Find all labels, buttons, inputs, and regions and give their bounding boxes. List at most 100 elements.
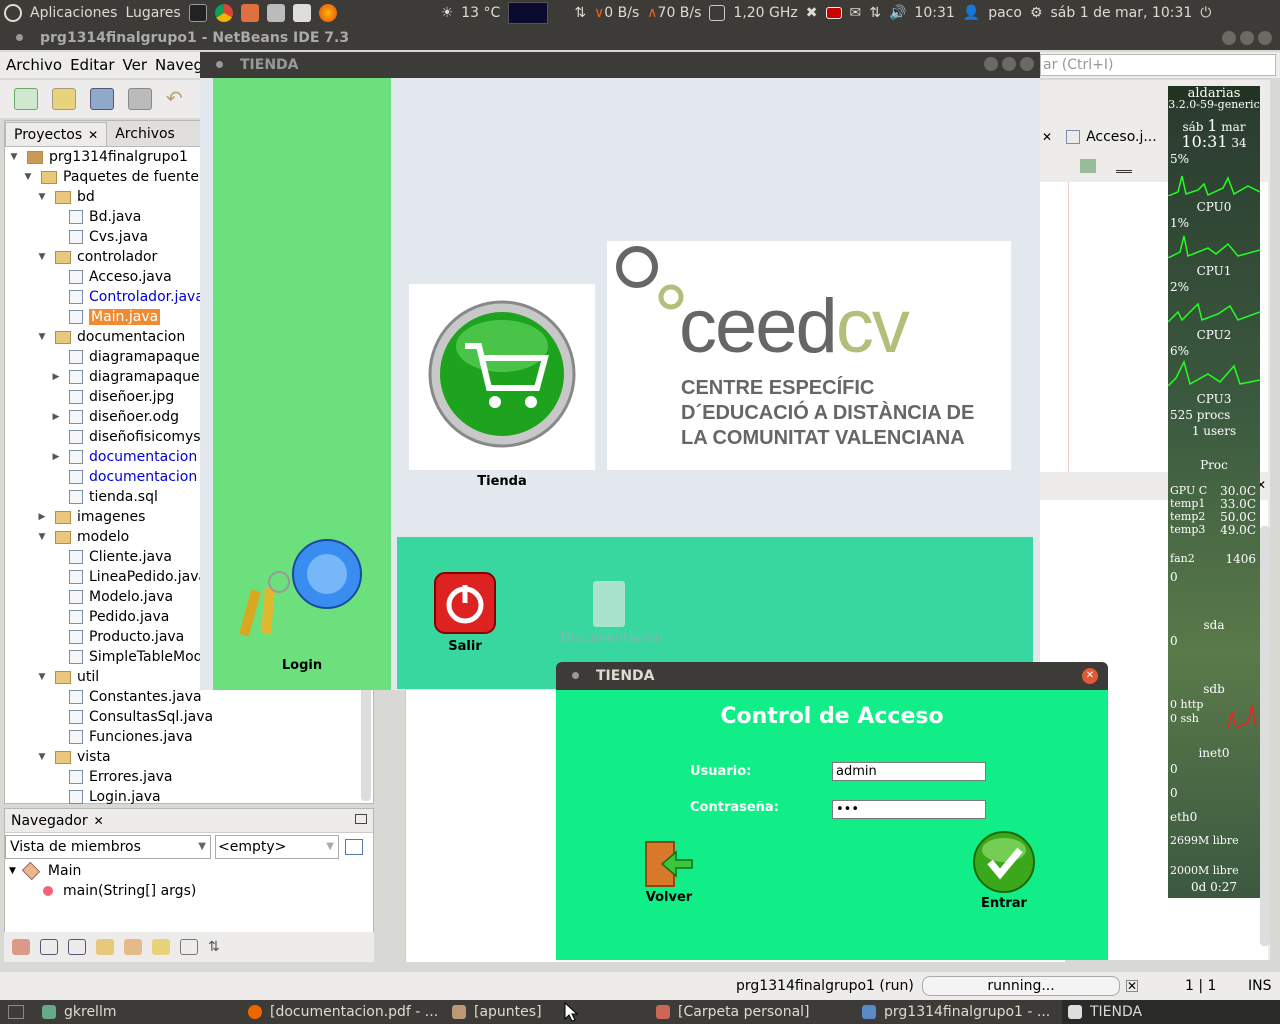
tree-file[interactable]: ▶ documentacion	[51, 447, 198, 467]
screenshot-icon[interactable]	[263, 0, 289, 26]
task-pdf[interactable]: [documentacion.pdf - ...	[248, 1000, 438, 1024]
window-menu-icon[interactable]	[216, 61, 223, 68]
members-view-select[interactable]: Vista de miembros ▼	[5, 835, 211, 859]
filter-inherited-icon[interactable]	[124, 939, 142, 955]
net-down[interactable]: ∨ 0 B/s	[590, 0, 643, 26]
menu-archivo[interactable]: Archivo	[6, 56, 62, 74]
home-folder-icon[interactable]	[237, 0, 263, 26]
menu-editar[interactable]: Editar	[70, 56, 114, 74]
show-desktop-icon[interactable]	[8, 1005, 24, 1019]
tab-files[interactable]: Archivos	[107, 122, 183, 146]
close-icon[interactable]: ✕	[1042, 130, 1052, 144]
expand-icon[interactable]: ▼	[37, 192, 47, 202]
tree-file[interactable]: diseñofisicomys	[51, 427, 201, 447]
close-icon[interactable]: ✕	[94, 814, 104, 828]
tree-file[interactable]: Main.java	[51, 307, 161, 327]
tree-file[interactable]: ConsultasSql.java	[51, 707, 213, 727]
cpu-freq-icon[interactable]	[705, 0, 729, 26]
maximize-button[interactable]	[1240, 31, 1254, 45]
sort-source-icon[interactable]: ⇅	[208, 939, 226, 955]
tree-file[interactable]: Controlador.java	[51, 287, 204, 307]
expand-icon[interactable]: ▼	[37, 532, 47, 542]
output-scrollbar[interactable]	[1260, 526, 1270, 946]
nav-class-row[interactable]: ▼ Main	[9, 861, 81, 881]
cancel-task-icon[interactable]: ✕	[1126, 980, 1138, 992]
tree-package[interactable]: ▼ vista	[37, 747, 111, 767]
tab-projects[interactable]: Proyectos ✕	[5, 122, 108, 146]
exit-button[interactable]	[433, 571, 497, 635]
clock-short[interactable]: 10:31	[910, 0, 958, 26]
tree-file[interactable]: ▶ diseñoer.odg	[51, 407, 179, 427]
network-manager-icon[interactable]: ⇅	[865, 0, 885, 26]
new-project-icon[interactable]	[52, 88, 76, 110]
editor-tab-acceso[interactable]: Acceso.j...	[1086, 129, 1157, 145]
tree-package[interactable]: ▶ imagenes	[37, 507, 146, 527]
power-icon[interactable]: ⏻	[1196, 0, 1215, 26]
back-button[interactable]	[640, 838, 700, 890]
tree-file[interactable]: documentacion	[51, 467, 197, 487]
tree-file[interactable]: Acceso.java	[51, 267, 172, 287]
netbeans-titlebar[interactable]: prg1314finalgrupo1 - NetBeans IDE 7.3	[0, 26, 1280, 50]
applications-menu[interactable]: Aplicaciones	[26, 0, 121, 26]
maximize-button[interactable]	[1002, 57, 1016, 71]
open-project-icon[interactable]	[90, 88, 114, 110]
expand-icon[interactable]: ▼	[37, 752, 47, 762]
weather-icon[interactable]: ☀	[437, 0, 458, 26]
settings-icon[interactable]: ⚙	[1026, 0, 1047, 26]
tree-file[interactable]: Pedido.java	[51, 607, 169, 627]
history-icon[interactable]	[1080, 159, 1096, 173]
tree-file[interactable]: Cliente.java	[51, 547, 172, 567]
dropbox-icon[interactable]: ✖	[802, 0, 822, 26]
clock-datetime[interactable]: sáb 1 de mar, 10:31	[1047, 0, 1197, 26]
net-up[interactable]: ∧ 70 B/s	[643, 0, 705, 26]
filter-fields-icon[interactable]	[12, 939, 30, 955]
expand-icon[interactable]: ▶	[51, 412, 61, 422]
task-netbeans[interactable]: prg1314finalgrupo1 - ...	[862, 1000, 1050, 1024]
messaging-icon[interactable]: ✉	[846, 0, 866, 26]
close-icon[interactable]: ✕	[88, 128, 98, 142]
expand-icon[interactable]: ▼	[37, 672, 47, 682]
enter-button[interactable]	[972, 830, 1036, 894]
close-button[interactable]	[1020, 57, 1034, 71]
tree-file[interactable]: Login.java	[51, 787, 161, 805]
expand-icon[interactable]: ▼	[37, 332, 47, 342]
tree-file[interactable]: Constantes.java	[51, 687, 202, 707]
tree-package[interactable]: ▼ controlador	[37, 247, 158, 267]
window-menu-icon[interactable]	[16, 34, 23, 41]
firefox-icon[interactable]	[315, 0, 341, 26]
menu-navegar[interactable]: Naveg	[155, 56, 203, 74]
login-button[interactable]: Login	[235, 538, 375, 673]
documentation-icon[interactable]	[593, 581, 625, 627]
terminal-icon[interactable]	[185, 0, 211, 26]
menu-ver[interactable]: Ver	[123, 56, 148, 74]
tree-file[interactable]: Funciones.java	[51, 727, 193, 747]
new-file-icon[interactable]	[14, 88, 38, 110]
tree-file[interactable]: Errores.java	[51, 767, 173, 787]
task-home[interactable]: [Carpeta personal]	[656, 1000, 810, 1024]
expand-icon[interactable]: ▼	[37, 252, 47, 262]
user-name[interactable]: paco	[984, 0, 1026, 26]
expand-icon[interactable]: ▼	[23, 172, 33, 182]
mail-icon[interactable]	[289, 0, 315, 26]
close-icon[interactable]: ✕	[1082, 668, 1098, 684]
task-tienda[interactable]: TIENDA	[1062, 1000, 1280, 1024]
sort-name-icon[interactable]	[180, 939, 198, 955]
filter-nonpublic-icon[interactable]	[68, 939, 86, 955]
save-all-icon[interactable]	[128, 88, 152, 110]
tree-package[interactable]: ▼ modelo	[37, 527, 130, 547]
tree-file[interactable]: LineaPedido.java	[51, 567, 207, 587]
minimize-button[interactable]	[1222, 31, 1236, 45]
ubuntu-logo-icon[interactable]	[0, 0, 26, 26]
tree-package[interactable]: ▼ documentacion	[37, 327, 186, 347]
filter-static-icon[interactable]	[40, 939, 58, 955]
tree-file[interactable]: Cvs.java	[51, 227, 148, 247]
login-dialog-titlebar[interactable]: TIENDA ✕	[556, 662, 1108, 690]
expand-icon[interactable]: ▶	[51, 452, 61, 462]
quick-search-input[interactable]: ar (Ctrl+I)	[1040, 54, 1276, 76]
nav-method-row[interactable]: main(String[] args)	[43, 883, 196, 899]
close-button[interactable]	[1258, 31, 1272, 45]
filter-select[interactable]: <empty> ▼	[215, 835, 339, 859]
task-gkrellm[interactable]: gkrellm	[42, 1000, 116, 1024]
tree-package[interactable]: ▼ bd	[37, 187, 95, 207]
load-graph-icon[interactable]	[504, 0, 552, 26]
